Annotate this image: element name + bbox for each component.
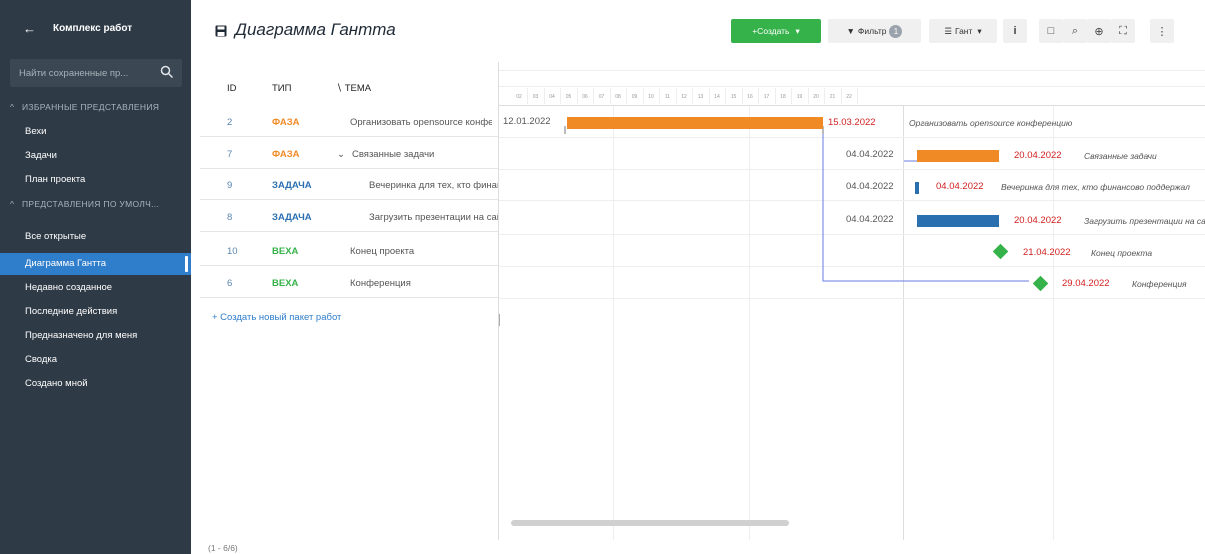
gantt-icon: ☰ (944, 25, 952, 36)
sidebar-item-created-by-me[interactable]: Создано мной (0, 373, 191, 395)
create-button[interactable]: +Создать ▾ (731, 19, 821, 43)
gantt-bar-task[interactable] (917, 215, 999, 227)
bar-end-date: 20.04.2022 (1014, 150, 1062, 161)
row-id[interactable]: 7 (227, 149, 232, 160)
row-subject[interactable]: Связанные задачи (352, 149, 492, 160)
search-field[interactable]: Найти сохраненные пр... (10, 59, 182, 87)
view-mode-label: Гант (954, 26, 973, 36)
table-row[interactable]: 2 ФАЗА Организовать opensource конференц… (200, 108, 498, 137)
table-row[interactable]: 10 ВЕХА Конец проекта (200, 237, 498, 266)
create-button-label: +Создать (752, 26, 790, 36)
row-type: ЗАДАЧА (272, 212, 312, 223)
zoom-in-icon[interactable]: ⊕ (1087, 19, 1111, 43)
row-type: ВЕХА (272, 278, 299, 289)
caret-down-icon: ▾ (977, 25, 982, 36)
column-type-header[interactable]: ТИП (272, 83, 291, 94)
bar-caption: Конец проекта (1091, 248, 1153, 258)
bar-start-date: 04.04.2022 (846, 214, 894, 225)
search-input[interactable]: Найти сохраненные пр... (19, 68, 128, 79)
row-type: ФАЗА (272, 149, 300, 160)
sidebar-item-assigned-to-me[interactable]: Предназначено для меня (0, 325, 191, 347)
sidebar-item-project-plan[interactable]: План проекта (0, 169, 191, 191)
bar-end-date: 15.03.2022 (828, 117, 876, 128)
row-id[interactable]: 2 (227, 117, 232, 128)
project-header[interactable]: ← Комплекс работ (0, 10, 191, 50)
sidebar-item-gantt[interactable]: Диаграмма Гантта (0, 253, 191, 275)
bar-start-date: 04.04.2022 (846, 181, 894, 192)
row-type: ВЕХА (272, 246, 299, 257)
more-menu-icon[interactable]: ⋮ (1150, 19, 1174, 43)
collapse-chevron-icon[interactable]: ⌄ (337, 149, 345, 160)
hierarchy-icon[interactable]: ∖ (336, 83, 342, 94)
column-id-header[interactable]: ID (227, 83, 237, 94)
filter-count-badge: 1 (889, 24, 903, 38)
bar-start-date: 04.04.2022 (846, 149, 894, 160)
row-type: ЗАДАЧА (272, 180, 312, 191)
table-row[interactable]: 8 ЗАДАЧА Загрузить презентации на сайт (200, 203, 498, 232)
row-id[interactable]: 8 (227, 212, 232, 223)
filter-button[interactable]: ▼ Фильтр 1 (828, 19, 921, 43)
page-title[interactable]: Диаграмма Гантта (235, 20, 396, 40)
sidebar: ← Комплекс работ Найти сохраненные пр...… (0, 0, 191, 554)
bar-caption: Загрузить презентации на сайт (1084, 216, 1205, 226)
bar-caption: Конференция (1132, 279, 1187, 289)
sidebar-item-tasks[interactable]: Задачи (0, 145, 191, 167)
splitter-handle[interactable] (499, 314, 500, 326)
project-name[interactable]: Комплекс работ (53, 23, 132, 34)
pagination-count: (1 - 6/6) (208, 543, 238, 553)
sidebar-item-label: Диаграмма Гантта (25, 258, 107, 269)
chevron-up-icon: ^ (10, 199, 15, 209)
bar-end-date: 20.04.2022 (1014, 215, 1062, 226)
section-defaults[interactable]: ^ ПРЕДСТАВЛЕНИЯ ПО УМОЛЧ... (10, 199, 188, 209)
fullscreen-icon[interactable]: ⛶ (1111, 19, 1135, 43)
table-row[interactable]: 9 ЗАДАЧА Вечеринка для тех, кто финансов… (200, 171, 498, 200)
row-subject[interactable]: Конференция (350, 278, 492, 289)
bar-caption: Связанные задачи (1084, 151, 1157, 161)
dependency-lines (564, 126, 1029, 282)
view-mode-button[interactable]: ☰ Гант ▾ (929, 19, 997, 43)
scrollbar-thumb[interactable] (185, 256, 188, 272)
gantt-bar-phase[interactable] (567, 117, 823, 129)
back-arrow-icon[interactable]: ← (23, 21, 36, 36)
row-subject[interactable]: Организовать opensource конференцию (350, 117, 492, 128)
sidebar-item-latest-activity[interactable]: Последние действия (0, 301, 191, 323)
gantt-chart[interactable]: 02 03 04 05 06 07 08 09 10 11 12 13 14 15 16 17 18 19 20 21… (498, 62, 1205, 540)
column-subject-header[interactable]: ∖ ТЕМА (336, 83, 371, 94)
zoom-out-icon[interactable]: ⌕ (1063, 19, 1087, 43)
bar-caption: Вечеринка для тех, кто финансово поддерж… (1001, 182, 1190, 192)
filter-button-label: Фильтр (857, 26, 887, 36)
caret-down-icon: ▾ (795, 25, 800, 36)
row-id[interactable]: 10 (227, 246, 238, 257)
search-icon[interactable] (160, 65, 174, 79)
row-subject[interactable]: Вечеринка для тех, кто финансово поддерж… (369, 180, 498, 191)
bar-end-date: 21.04.2022 (1023, 247, 1071, 258)
gantt-bar-task[interactable] (915, 182, 919, 194)
sidebar-item-recently-created[interactable]: Недавно созданное (0, 277, 191, 299)
section-favorites[interactable]: ^ ИЗБРАННЫЕ ПРЕДСТАВЛЕНИЯ (10, 102, 188, 112)
table-row[interactable]: 7 ФАЗА ⌄ Связанные задачи (200, 140, 498, 169)
gantt-bar-phase[interactable] (917, 150, 999, 162)
row-id[interactable]: 9 (227, 180, 232, 191)
zoom-fit-icon[interactable]: □ (1039, 19, 1063, 43)
row-type: ФАЗА (272, 117, 300, 128)
bar-caption: Организовать opensource конференцию (909, 118, 1073, 128)
horizontal-scrollbar[interactable] (511, 520, 789, 526)
sidebar-item-summary[interactable]: Сводка (0, 349, 191, 371)
sidebar-item-milestones[interactable]: Вехи (0, 121, 191, 143)
row-subject[interactable]: Конец проекта (350, 246, 492, 257)
bar-end-date: 29.04.2022 (1062, 278, 1110, 289)
sidebar-item-all-open[interactable]: Все открытые (0, 226, 191, 248)
save-icon[interactable] (215, 25, 227, 37)
info-icon[interactable]: i (1003, 19, 1027, 43)
filter-icon: ▼ (846, 26, 855, 36)
bar-start-date: 12.01.2022 (503, 116, 551, 127)
table-row[interactable]: 6 ВЕХА Конференция (200, 269, 498, 298)
row-id[interactable]: 6 (227, 278, 232, 289)
chevron-up-icon: ^ (10, 102, 15, 112)
row-subject[interactable]: Загрузить презентации на сайт (369, 212, 498, 223)
bar-end-date: 04.04.2022 (936, 181, 984, 192)
add-work-package-link[interactable]: + Создать новый пакет работ (212, 312, 341, 323)
